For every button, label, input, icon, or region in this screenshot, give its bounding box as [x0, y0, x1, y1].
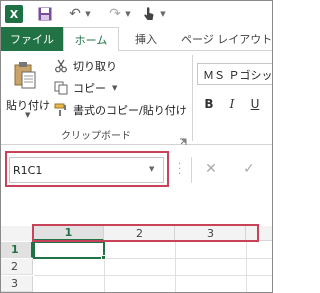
- copy-dropdown-icon[interactable]: ▼: [112, 84, 117, 92]
- column-header-1[interactable]: 1: [34, 226, 104, 241]
- excel-app-icon[interactable]: X: [5, 5, 23, 23]
- active-cell[interactable]: [33, 241, 105, 259]
- enter-icon[interactable]: ✓: [239, 159, 259, 179]
- grid-line: [175, 242, 176, 292]
- customize-toolbar-dropdown-icon[interactable]: ▼: [159, 4, 167, 24]
- tab-insert[interactable]: 挿入: [119, 27, 173, 51]
- quick-access-toolbar: X ↶ ▼ ↷ ▼ ▼: [1, 1, 272, 27]
- row-header-1[interactable]: 1: [1, 242, 33, 258]
- touch-mode-icon[interactable]: [141, 4, 157, 24]
- redo-dropdown-icon[interactable]: ▼: [124, 4, 132, 24]
- cut-label: 切り取り: [73, 60, 117, 73]
- ribbon-tabs: ファイル ホーム 挿入 ページ レイアウト: [1, 27, 272, 52]
- font-name-select[interactable]: ＭＳ Ｐゴシック: [197, 63, 272, 85]
- paste-button[interactable]: 貼り付け ▼: [5, 59, 50, 119]
- select-all-corner[interactable]: [1, 226, 33, 241]
- fill-handle[interactable]: [101, 255, 106, 260]
- cut-button[interactable]: 切り取り: [53, 57, 117, 75]
- formula-bar-grip-icon[interactable]: · · ·: [178, 160, 182, 180]
- format-painter-button[interactable]: 書式のコピー/貼り付け: [53, 101, 187, 119]
- grid-line: [34, 275, 272, 276]
- format-painter-icon: [53, 102, 69, 118]
- bold-button[interactable]: B: [200, 95, 218, 113]
- undo-dropdown-icon[interactable]: ▼: [84, 4, 92, 24]
- tab-home[interactable]: ホーム: [63, 27, 119, 52]
- excel-window: X ↶ ▼ ↷ ▼ ▼ ファイル ホーム 挿入 ページ レイアウト 貼り付け ▼: [0, 0, 273, 293]
- formula-bar-separator: [191, 157, 192, 183]
- column-header-3[interactable]: 3: [176, 226, 246, 241]
- undo-icon[interactable]: ↶: [67, 4, 83, 24]
- tab-file[interactable]: ファイル: [1, 27, 63, 51]
- paste-icon: [14, 61, 36, 89]
- copy-icon: [53, 80, 69, 96]
- italic-button[interactable]: I: [223, 95, 241, 113]
- name-box[interactable]: R1C1: [9, 157, 164, 183]
- save-icon[interactable]: [37, 4, 53, 24]
- paste-dropdown-icon[interactable]: ▼: [25, 111, 30, 119]
- ribbon: 貼り付け ▼ 切り取り コピー ▼ 書式のコピー/貼り付け クリップボード ＭＳ…: [1, 51, 272, 145]
- redo-icon[interactable]: ↷: [107, 4, 123, 24]
- scissors-icon: [53, 58, 69, 74]
- column-header-2[interactable]: 2: [105, 226, 175, 241]
- grid-line: [246, 242, 247, 292]
- worksheet-grid: 1 2 3 1 2 3: [1, 195, 272, 292]
- name-box-dropdown-icon[interactable]: ▼: [149, 165, 154, 173]
- row-header-3[interactable]: 3: [1, 276, 33, 292]
- row-header-2[interactable]: 2: [1, 259, 33, 275]
- dialog-launcher-icon[interactable]: [179, 131, 187, 145]
- cancel-icon[interactable]: ✕: [201, 159, 221, 179]
- tab-page-layout[interactable]: ページ レイアウト: [181, 27, 272, 51]
- format-painter-label: 書式のコピー/貼り付け: [73, 104, 187, 117]
- copy-button[interactable]: コピー ▼: [53, 79, 117, 97]
- clipboard-group-label: クリップボード: [61, 131, 131, 142]
- copy-label: コピー: [73, 82, 106, 95]
- group-separator: [192, 55, 193, 141]
- formula-bar: R1C1 ▼ · · · ✕ ✓: [1, 145, 272, 195]
- underline-button[interactable]: U: [246, 95, 264, 113]
- column-header-row: 1 2 3: [1, 226, 272, 241]
